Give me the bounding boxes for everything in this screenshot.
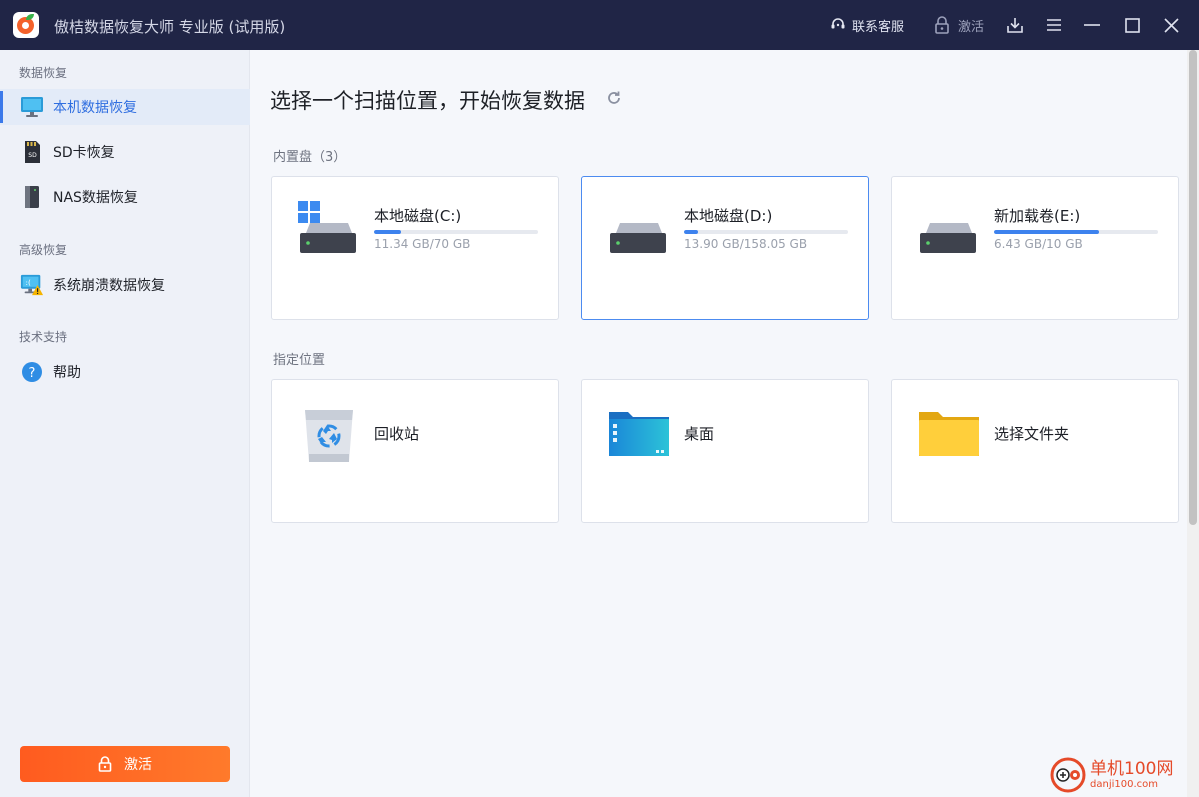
sidebar-item-system-crash-recovery[interactable]: :( 系统崩溃数据恢复	[0, 267, 250, 303]
watermark-logo-icon	[1050, 757, 1086, 793]
titlebar-activate-button[interactable]: 激活	[934, 0, 984, 50]
page-title: 选择一个扫描位置，开始恢复数据	[270, 89, 585, 113]
titlebar-activate-label: 激活	[958, 19, 985, 35]
disk-name: 新加载卷(E:)	[994, 207, 1081, 225]
disk-usage-fill	[374, 230, 401, 234]
internal-disks-label: 内置盘（3）	[273, 150, 347, 165]
sidebar-item-sd-recovery[interactable]: SD SD卡恢复	[0, 134, 250, 170]
help-icon: ?	[20, 360, 44, 384]
sidebar-item-label: 系统崩溃数据恢复	[53, 278, 165, 294]
monitor-icon	[20, 95, 44, 119]
title-bar: 傲桔数据恢复大师 专业版 (试用版) 联系客服 激活	[0, 0, 1199, 50]
contact-support-button[interactable]: 联系客服	[830, 0, 904, 50]
disk-size: 13.90 GB/158.05 GB	[684, 237, 808, 251]
disk-usage-bar	[994, 230, 1158, 234]
scrollbar-thumb[interactable]	[1189, 50, 1197, 525]
svg-text:SD: SD	[28, 152, 37, 159]
disk-usage-bar	[374, 230, 538, 234]
location-card-recycle-bin[interactable]: 回收站	[271, 379, 559, 523]
sidebar-item-help[interactable]: ? 帮助	[0, 354, 250, 390]
folder-icon	[916, 402, 982, 468]
disk-name: 本地磁盘(C:)	[374, 207, 462, 225]
sidebar-item-label: NAS数据恢复	[53, 190, 138, 206]
refresh-icon[interactable]	[606, 90, 622, 106]
section-advanced-recovery: 高级恢复	[19, 243, 68, 257]
recycle-bin-icon	[296, 402, 362, 468]
sidebar-item-label: 帮助	[53, 365, 81, 381]
sidebar-item-label: SD卡恢复	[53, 145, 115, 161]
locations-label: 指定位置	[273, 353, 326, 368]
disk-size: 11.34 GB/70 GB	[374, 237, 471, 251]
lock-icon	[98, 756, 112, 772]
sidebar: 数据恢复 本机数据恢复 SD SD卡恢复 NAS数据恢复 高级恢复:(系统崩…	[0, 50, 250, 797]
location-card-choose-folder[interactable]: 选择文件夹	[891, 379, 1179, 523]
location-name: 回收站	[374, 425, 420, 443]
contact-support-label: 联系客服	[852, 19, 905, 35]
sidebar-item-label: 本机数据恢复	[53, 100, 137, 116]
scrollbar[interactable]	[1187, 50, 1199, 797]
close-icon[interactable]	[1161, 15, 1181, 35]
watermark-url: danji100.com	[1090, 778, 1158, 790]
section-data-recovery: 数据恢复	[19, 66, 68, 80]
disk-usage-fill	[994, 230, 1100, 234]
desktop-folder-icon	[606, 402, 672, 468]
menu-icon[interactable]	[1044, 15, 1064, 35]
disk-card-d[interactable]: 本地磁盘(D:) 13.90 GB/158.05 GB	[581, 176, 869, 320]
hard-drive-icon	[606, 199, 672, 265]
section-tech-support: 技术支持	[19, 330, 68, 344]
disk-card-e[interactable]: 新加载卷(E:) 6.43 GB/10 GB	[891, 176, 1179, 320]
svg-text::(: :(	[26, 278, 31, 287]
system-crash-icon: :(	[20, 273, 44, 297]
location-name: 桌面	[684, 425, 715, 443]
lock-icon	[935, 16, 949, 34]
system-drive-icon	[296, 199, 362, 265]
sidebar-item-nas-recovery[interactable]: NAS数据恢复	[0, 179, 250, 215]
location-name: 选择文件夹	[994, 425, 1070, 443]
svg-text:?: ?	[29, 366, 36, 381]
nas-icon	[20, 185, 44, 209]
disk-size: 6.43 GB/10 GB	[994, 237, 1083, 251]
watermark-title: 单机100网	[1090, 759, 1174, 780]
download-icon[interactable]	[1005, 15, 1025, 35]
activate-button-label: 激活	[124, 757, 152, 773]
disk-name: 本地磁盘(D:)	[684, 207, 773, 225]
sidebar-item-local-recovery[interactable]: 本机数据恢复	[0, 89, 250, 125]
app-logo-icon	[13, 12, 39, 38]
maximize-icon[interactable]	[1122, 15, 1142, 35]
headset-icon	[831, 18, 845, 29]
window-title: 傲桔数据恢复大师 专业版 (试用版)	[54, 18, 286, 36]
activate-button[interactable]: 激活	[20, 746, 230, 782]
disk-card-c[interactable]: 本地磁盘(C:) 11.34 GB/70 GB	[271, 176, 559, 320]
watermark: 单机100网 danji100.com	[1050, 755, 1198, 795]
disk-usage-bar	[684, 230, 848, 234]
location-card-desktop[interactable]: 桌面	[581, 379, 869, 523]
main-content: 选择一个扫描位置，开始恢复数据 内置盘（3） 本地磁盘(C:) 11.34 GB…	[251, 50, 1187, 797]
disk-usage-fill	[684, 230, 699, 234]
hard-drive-icon	[916, 199, 982, 265]
minimize-icon[interactable]	[1082, 15, 1102, 35]
sd-card-icon: SD	[20, 140, 44, 164]
